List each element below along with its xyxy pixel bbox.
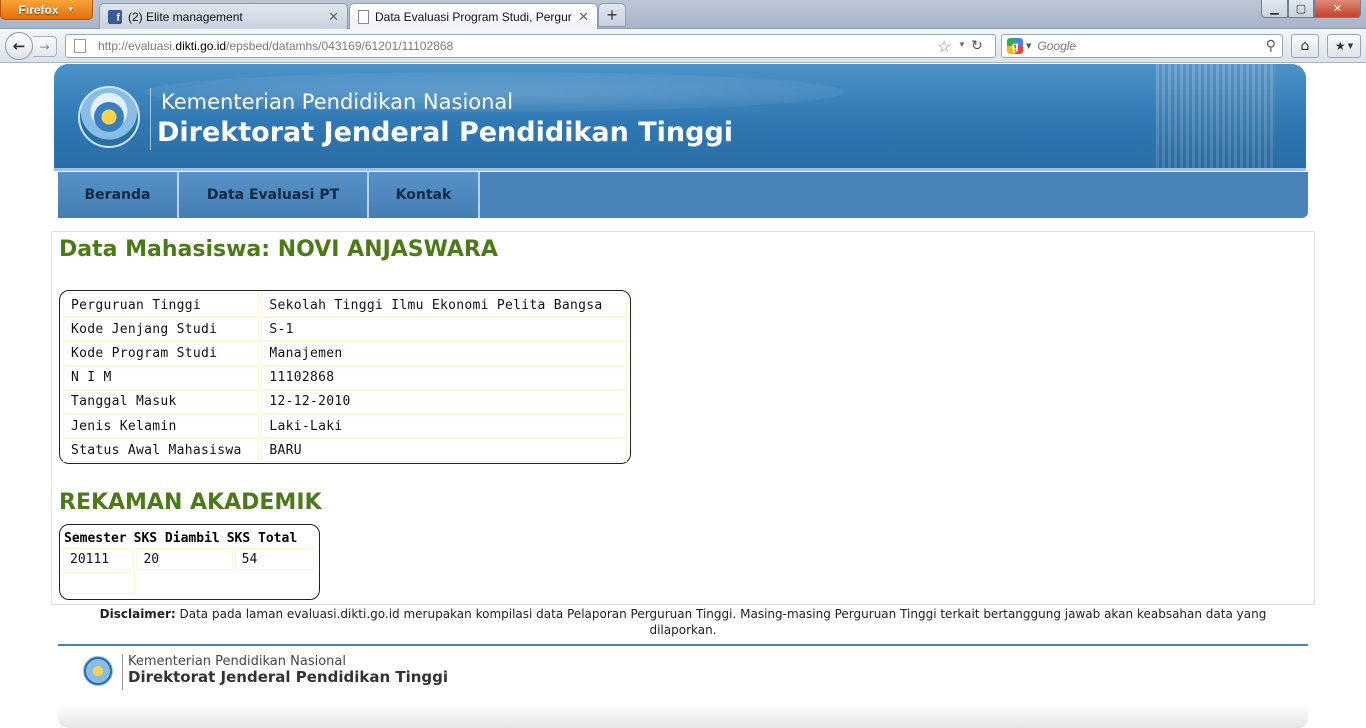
page-icon	[358, 10, 369, 24]
info-label: Kode Program Studi	[63, 341, 260, 366]
table-row: N I M 11102868	[63, 365, 627, 390]
firefox-menu-button[interactable]: Firefox ▼	[0, 0, 93, 20]
sks-diambil-cell: 20	[136, 548, 233, 570]
building-image	[1156, 64, 1276, 171]
semester-cell: 20111	[63, 548, 135, 570]
bookmark-star-icon[interactable]: ☆	[937, 37, 951, 57]
info-value: 11102868	[261, 365, 627, 390]
empty-cell	[63, 572, 135, 594]
page-title: Data Mahasiswa: NOVI ANJASWARA	[59, 237, 498, 262]
back-button[interactable]: ←	[5, 32, 33, 60]
table-row: Jenis Kelamin Laki-Laki	[63, 413, 627, 439]
academic-record-title: REKAMAN AKADEMIK	[59, 490, 322, 515]
browser-titlebar: Firefox ▼ f (2) Elite management ✕ Data …	[0, 0, 1366, 30]
banner-divider	[150, 88, 151, 150]
firefox-menu-label: Firefox	[18, 2, 59, 17]
tab-data-evaluasi[interactable]: Data Evaluasi Program Studi, Perguru... …	[349, 3, 598, 30]
browser-navbar: ← → http://evaluasi. dikti.go.id/epsbed/d…	[0, 29, 1366, 63]
content-box: Data Mahasiswa: NOVI ANJASWARA Perguruan…	[51, 231, 1315, 605]
footer-logo	[83, 656, 113, 686]
info-value: Laki-Laki	[261, 413, 627, 439]
facebook-icon: f	[108, 9, 122, 24]
forward-arrow-icon: →	[39, 39, 50, 54]
chevron-down-icon: ▼	[66, 5, 75, 14]
tab-title: Data Evaluasi Program Studi, Perguru...	[375, 10, 573, 24]
menu-item-data-evaluasi-pt[interactable]: Data Evaluasi PT	[179, 172, 369, 218]
info-label: N I M	[63, 365, 260, 390]
chevron-down-icon: ▼	[1347, 42, 1354, 50]
minimize-button[interactable]: ▁	[1261, 0, 1288, 18]
banner-ministry-name: Kementerian Pendidikan Nasional	[161, 90, 514, 114]
reload-icon[interactable]: ↻	[971, 37, 983, 54]
close-window-button[interactable]: ✕	[1314, 0, 1361, 18]
table-row: Perguruan Tinggi Sekolah Tinggi Ilmu Eko…	[63, 293, 627, 318]
page-icon	[74, 39, 86, 53]
site-banner: Kementerian Pendidikan Nasional Direktor…	[54, 64, 1306, 171]
site-footer: Kementerian Pendidikan Nasional Direktor…	[58, 644, 1308, 728]
chevron-down-icon[interactable]: ▼	[1026, 42, 1031, 50]
column-header-sks-diambil: SKS Diambil	[133, 530, 220, 546]
search-icon[interactable]: ⚲	[1266, 38, 1276, 54]
column-header-semester: Semester	[64, 530, 127, 546]
table-row: Tanggal Masuk 12-12-2010	[63, 389, 627, 414]
bookmarks-button[interactable]: ★ ▼	[1327, 34, 1361, 58]
table-header-row: Semester SKS Diambil SKS Total	[63, 528, 316, 548]
search-bar[interactable]: g ▼ Google ⚲	[1001, 34, 1283, 58]
google-icon[interactable]: g	[1007, 38, 1023, 54]
menu-item-beranda[interactable]: Beranda	[58, 172, 179, 218]
close-icon[interactable]: ✕	[578, 9, 589, 25]
footer-ministry-name: Kementerian Pendidikan Nasional	[128, 654, 346, 669]
info-value: Manajemen	[261, 341, 627, 366]
bookmarks-icon: ★	[1334, 39, 1346, 53]
sks-total-cell: 54	[234, 548, 314, 570]
url-bar[interactable]: http://evaluasi. dikti.go.id/epsbed/datam…	[65, 34, 996, 58]
student-info-table: Perguruan Tinggi Sekolah Tinggi Ilmu Eko…	[59, 290, 631, 464]
info-label: Kode Jenjang Studi	[63, 317, 260, 342]
tut-wuri-handayani-logo	[78, 86, 140, 148]
disclaimer: Disclaimer: Data pada laman evaluasi.dik…	[80, 606, 1286, 638]
table-row: Kode Program Studi Manajemen	[63, 341, 627, 366]
maximize-button[interactable]: ▢	[1288, 0, 1314, 18]
logo-emblem	[94, 102, 124, 132]
info-label: Status Awal Mahasiswa	[63, 438, 260, 463]
search-placeholder[interactable]: Google	[1037, 39, 1265, 53]
forward-button[interactable]: →	[33, 36, 57, 57]
table-row: Status Awal Mahasiswa BARU	[63, 438, 627, 463]
info-value: BARU	[261, 438, 627, 463]
info-label: Tanggal Masuk	[63, 389, 260, 414]
home-icon: ⌂	[1300, 38, 1310, 54]
disclaimer-text: Data pada laman evaluasi.dikti.go.id mer…	[179, 607, 1267, 637]
web-page: Kementerian Pendidikan Nasional Direktor…	[0, 64, 1366, 728]
info-label: Jenis Kelamin	[63, 413, 260, 439]
table-row: Kode Jenjang Studi S-1	[63, 317, 627, 342]
main-menu: Beranda Data Evaluasi PT Kontak	[58, 172, 1308, 218]
column-header-sks-total: SKS Total	[226, 530, 298, 546]
tab-elite-management[interactable]: f (2) Elite management ✕	[99, 3, 348, 29]
chevron-down-icon[interactable]: ▼	[958, 40, 966, 49]
footer-divider	[122, 654, 123, 690]
info-label: Perguruan Tinggi	[63, 293, 260, 318]
info-value: 12-12-2010	[261, 389, 627, 414]
url-host: dikti.go.id	[175, 39, 227, 53]
new-tab-button[interactable]: +	[598, 3, 626, 27]
banner-directorate-name: Direktorat Jenderal Pendidikan Tinggi	[157, 117, 734, 148]
tab-title: (2) Elite management	[128, 9, 243, 24]
close-icon[interactable]: ✕	[328, 9, 339, 25]
home-button[interactable]: ⌂	[1291, 34, 1319, 58]
url-prefix: http://evaluasi.	[98, 39, 176, 53]
table-row: 20111 20 54	[63, 548, 316, 570]
info-value: Sekolah Tinggi Ilmu Ekonomi Pelita Bangs…	[261, 293, 627, 318]
academic-record-table: Semester SKS Diambil SKS Total 20111 20 …	[59, 524, 320, 600]
url-path: /epsbed/datamhs/043169/61201/11102868	[226, 39, 454, 53]
menu-item-kontak[interactable]: Kontak	[369, 172, 480, 218]
info-value: S-1	[261, 317, 627, 342]
disclaimer-label: Disclaimer:	[99, 607, 176, 621]
back-arrow-icon: ←	[12, 37, 26, 55]
footer-directorate-name: Direktorat Jenderal Pendidikan Tinggi	[128, 668, 449, 686]
